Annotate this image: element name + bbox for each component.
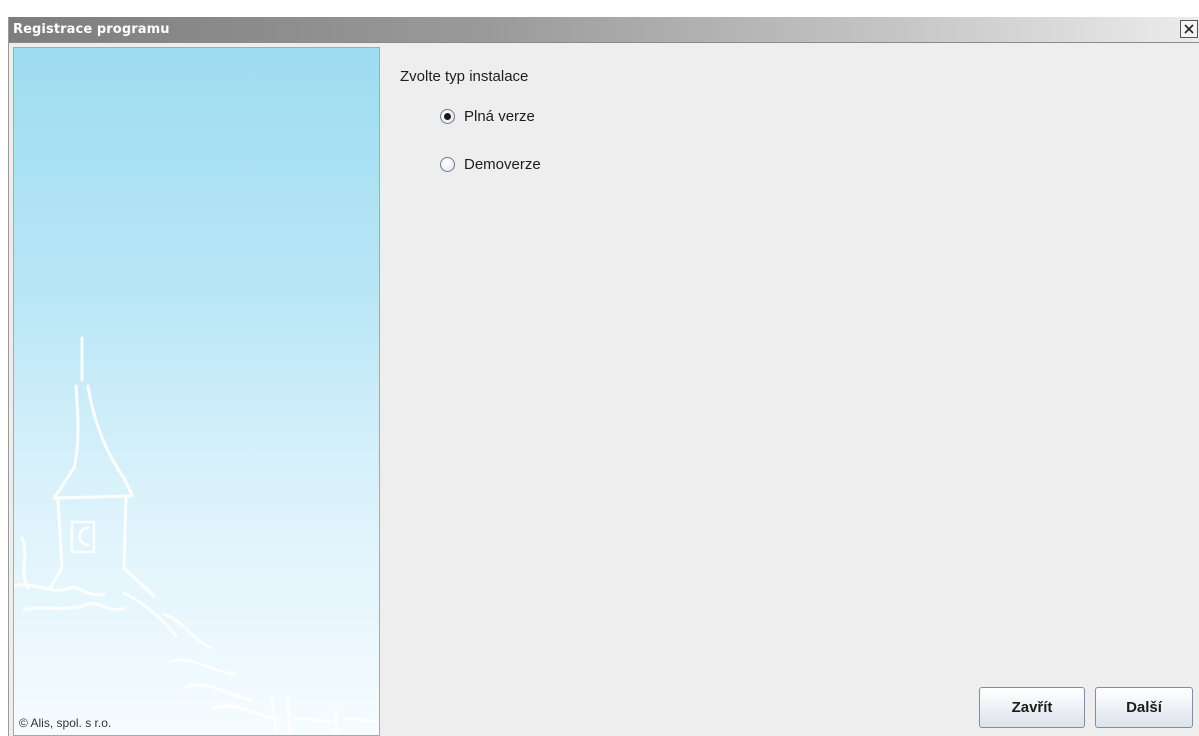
install-type-heading: Zvolte typ instalace xyxy=(400,68,529,85)
radio-full-version-label[interactable]: Plná verze xyxy=(464,108,535,125)
window-close-button[interactable] xyxy=(1180,20,1198,38)
next-button[interactable]: Další xyxy=(1095,687,1193,728)
close-icon xyxy=(1184,24,1194,34)
radio-full-version[interactable]: Plná verze xyxy=(440,108,535,125)
window-title: Registrace programu xyxy=(13,22,170,37)
radio-demo-version[interactable]: Demoverze xyxy=(440,156,541,173)
radio-dot xyxy=(444,113,451,120)
copyright-text: © Alis, spol. s r.o. xyxy=(19,716,112,730)
main-content: Zvolte typ instalace Plná verze Demoverz… xyxy=(380,44,1199,736)
registration-dialog: Registrace programu © Alis, spol. s r.o.… xyxy=(8,17,1199,736)
close-button[interactable]: Zavřít xyxy=(979,687,1085,728)
church-tower-illustration xyxy=(14,336,379,735)
radio-unselected-icon[interactable] xyxy=(440,157,455,172)
side-banner: © Alis, spol. s r.o. xyxy=(13,47,380,736)
radio-demo-version-label[interactable]: Demoverze xyxy=(464,156,541,173)
radio-selected-icon[interactable] xyxy=(440,109,455,124)
title-bar[interactable]: Registrace programu xyxy=(9,17,1199,43)
